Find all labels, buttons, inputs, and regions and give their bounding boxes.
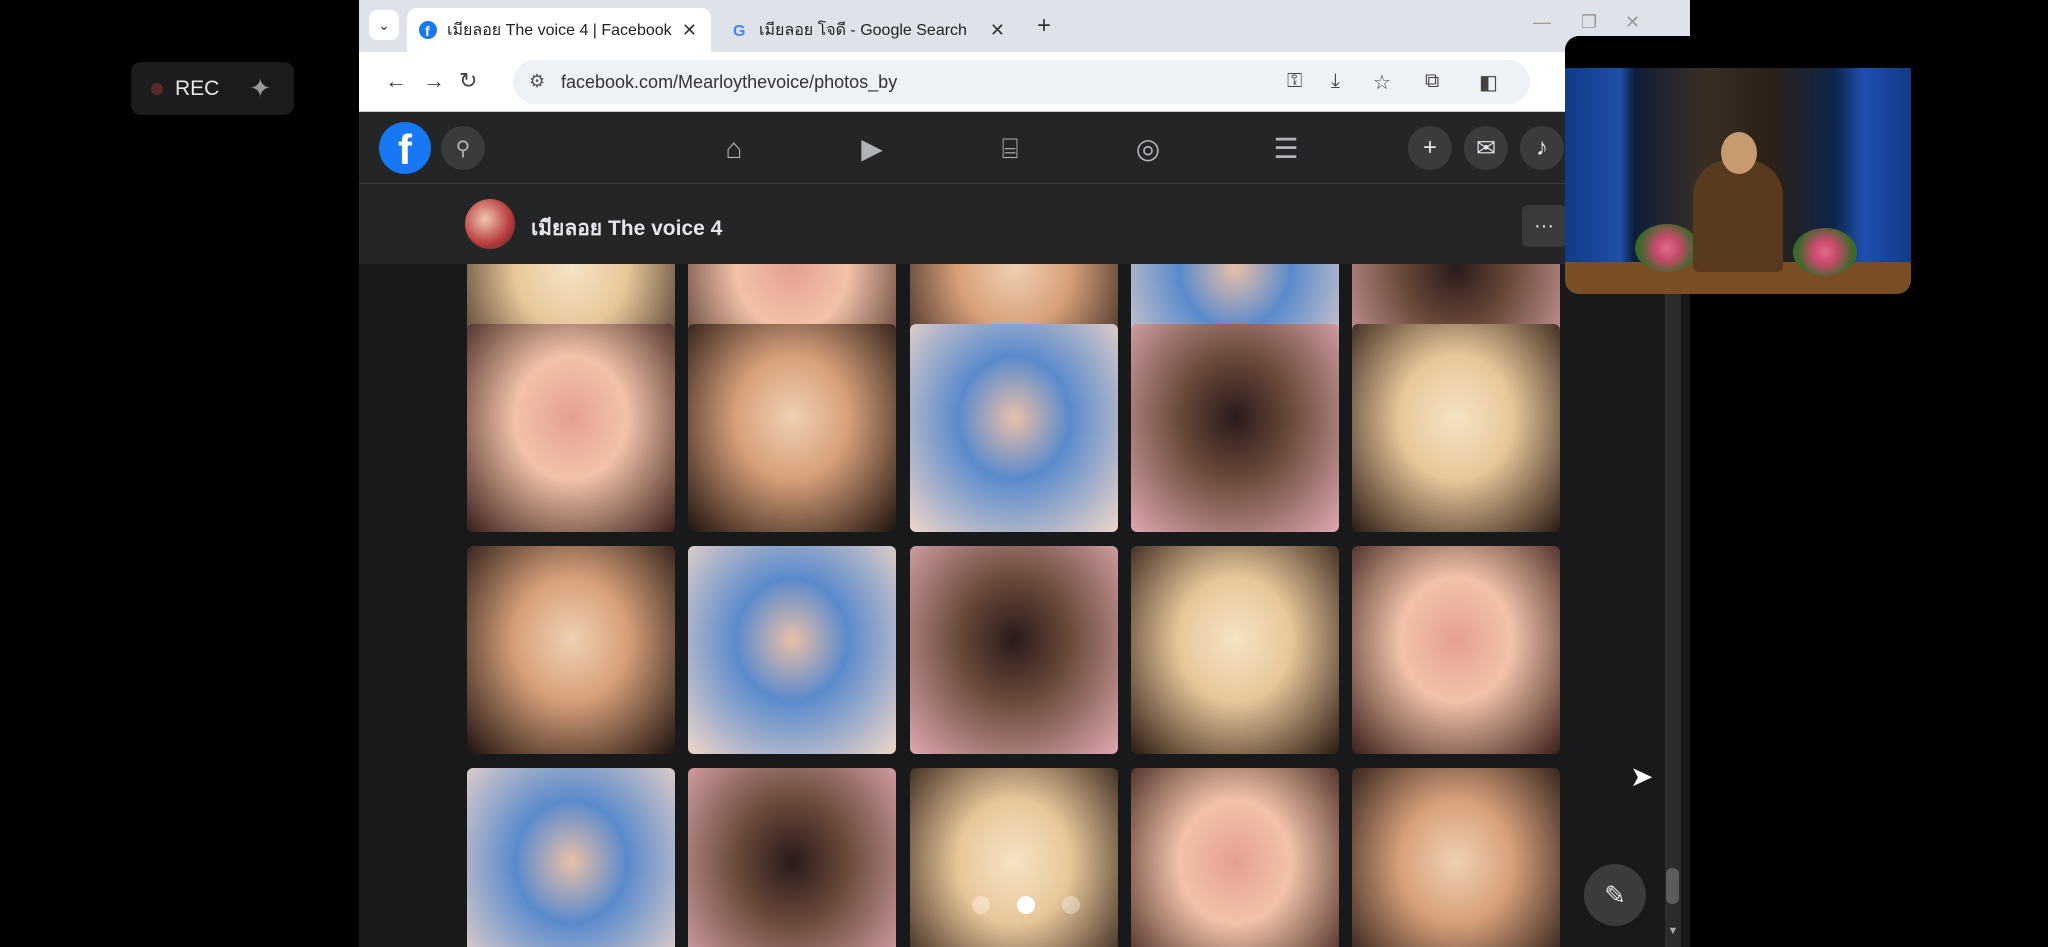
plus-icon[interactable]: + [1408,126,1452,170]
page-title[interactable]: เมียลอย The voice 4 [531,212,722,245]
tab-google[interactable]: G เมียลอย โจดี - Google Search ✕ [719,8,1019,52]
presenter-head [1721,132,1757,174]
svg-text:f: f [425,23,430,39]
page-avatar[interactable] [465,199,515,249]
bell-icon[interactable]: ♪ [1520,126,1564,170]
facebook-logo[interactable]: f [379,122,431,174]
svg-text:G: G [733,23,745,39]
presenter [1693,160,1783,272]
side-panel-icon[interactable]: ◧ [1479,70,1498,95]
photo-thumbnail[interactable] [467,768,675,947]
photo-thumbnail[interactable] [910,324,1118,532]
groups-icon[interactable]: ◎ [1131,132,1165,166]
video-frame [1565,68,1911,294]
password-key-icon[interactable]: ⚿ [1287,70,1302,93]
scroll-down-icon[interactable]: ▼ [1665,925,1681,937]
photo-thumbnail[interactable] [1131,546,1339,754]
photo-thumbnail[interactable] [1352,324,1560,532]
scrollbar-thumb[interactable] [1666,868,1679,904]
address-bar: ← → ↻ ⚙ facebook.com/Mearloythevoice/pho… [359,52,1690,112]
carousel-dot[interactable] [972,896,990,914]
minimize-icon[interactable]: — [1533,12,1551,33]
messenger-icon[interactable]: ✉ [1464,126,1508,170]
tab-title: เมียลอย โจดี - Google Search [759,21,967,39]
restore-icon[interactable]: ❐ [1581,12,1597,33]
photo-thumbnail[interactable] [688,546,896,754]
watch-icon[interactable]: ▶ [855,132,889,166]
page-header: เมียลอย The voice 4 ··· [359,184,1690,264]
tab-title: เมียลอย The voice 4 | Facebook [447,21,672,39]
tab-search-button[interactable]: ⌄ [369,10,399,40]
new-tab-button[interactable]: + [1037,12,1051,40]
record-dot-icon [151,82,163,95]
site-info-icon[interactable]: ⚙ [529,71,545,92]
mouse-cursor-icon: ➤ [1630,761,1654,792]
photo-thumbnail[interactable] [1352,768,1560,947]
photo-thumbnail[interactable] [910,768,1118,947]
extensions-icon[interactable]: ⧉ [1425,70,1439,93]
sparkle-icon[interactable]: ✦ [249,73,271,104]
marketplace-icon[interactable]: ⌸ [993,132,1027,166]
carousel-dot[interactable] [1062,896,1080,914]
forward-icon[interactable]: → [423,68,445,94]
back-icon[interactable]: ← [385,68,407,94]
carousel-dot-active[interactable] [1017,896,1035,914]
tab-bar: ⌄ f เมียลอย The voice 4 | Facebook ✕ G เ… [359,0,1690,52]
video-overlay[interactable] [1565,36,1911,294]
url-text: facebook.com/Mearloythevoice/photos_by [561,71,898,92]
photo-thumbnail[interactable] [467,546,675,754]
new-message-button[interactable]: ✎ [1584,864,1646,926]
photo-grid [359,264,1690,947]
home-icon[interactable]: ⌂ [717,132,751,166]
close-window-icon[interactable]: ✕ [1625,12,1640,33]
tab-facebook[interactable]: f เมียลอย The voice 4 | Facebook ✕ [407,8,711,52]
photo-thumbnail[interactable] [1352,546,1560,754]
scrollbar[interactable] [1665,264,1681,947]
photo-thumbnail[interactable] [688,768,896,947]
install-app-icon[interactable]: ⤓ [1331,70,1340,93]
close-tab-icon[interactable]: ✕ [990,20,1005,41]
photo-thumbnail[interactable] [1131,324,1339,532]
search-icon[interactable]: ⚲ [441,126,485,170]
rec-label: REC [175,76,220,100]
photo-thumbnail[interactable] [467,324,675,532]
photo-thumbnail[interactable] [1131,768,1339,947]
more-options-button[interactable]: ··· [1522,205,1566,247]
photo-thumbnail[interactable] [688,324,896,532]
bookmark-star-icon[interactable]: ☆ [1373,70,1391,95]
close-tab-icon[interactable]: ✕ [682,20,697,41]
facebook-navbar: f ⚲ ⌂ ▶ ⌸ ◎ ☰ + ✉ ♪ [359,112,1690,184]
facebook-icon: f [419,21,437,39]
photo-thumbnail[interactable] [910,546,1118,754]
reload-icon[interactable]: ↻ [459,68,477,94]
flower-bouquet [1793,228,1857,276]
browser-window: ⌄ f เมียลอย The voice 4 | Facebook ✕ G เ… [359,0,1690,947]
google-icon: G [733,23,745,39]
flower-bouquet [1635,224,1699,272]
menu-icon[interactable]: ☰ [1269,132,1303,166]
recording-indicator[interactable]: REC ✦ [131,62,294,115]
